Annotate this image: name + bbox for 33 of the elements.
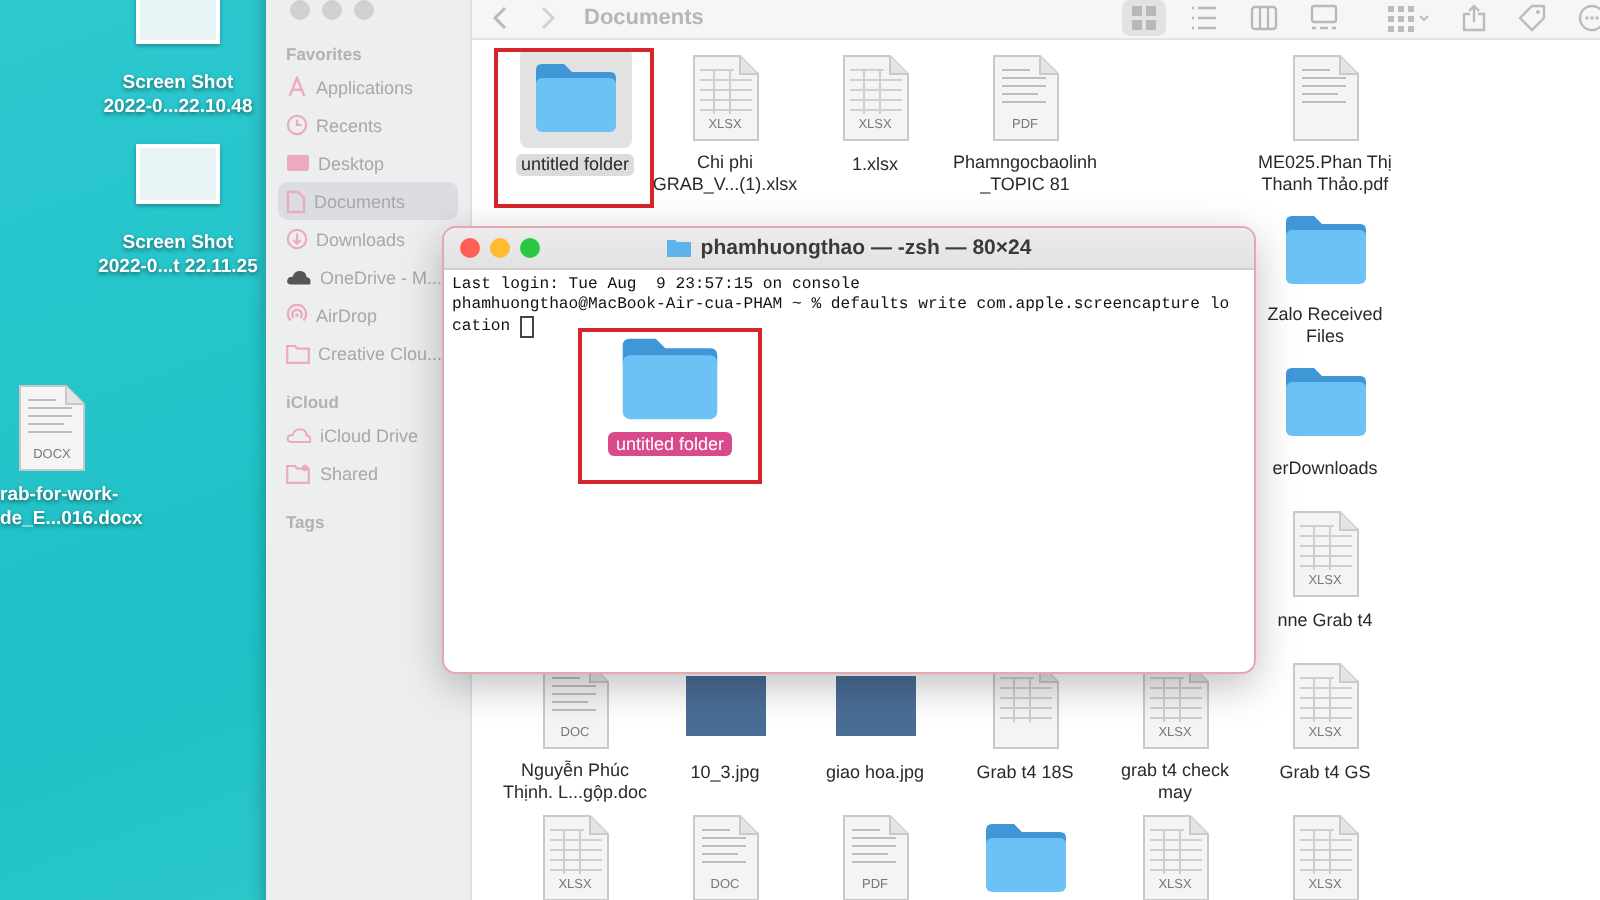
terminal-line: cation [452, 317, 513, 337]
file-name[interactable]: giao hoa.jpg [821, 762, 929, 784]
folder-name[interactable]: untitled folder [607, 432, 733, 456]
window-title: Documents [584, 5, 706, 29]
terminal-title: phamhuongthao — -zsh — 80×24 [700, 236, 1032, 260]
file-name[interactable]: Nguyễn Phúc Thịnh. L...gộp.doc [498, 760, 652, 804]
file-name[interactable]: Grab t4 18S [972, 762, 1078, 784]
sidebar-item-label: AirDrop [316, 305, 378, 325]
sidebar-item-label: OneDrive - M... [320, 267, 443, 287]
file-name[interactable]: Zalo Received Files [1263, 304, 1387, 348]
sidebar-item-label: iCloud Drive [320, 425, 419, 445]
terminal-line: phamhuongthao@MacBook-Air-cua-PHAM ~ % defaults write com.apple.screencapture lo [452, 296, 1232, 316]
file-name[interactable]: untitled folder [516, 154, 634, 176]
file-name[interactable]: Chi phi GRAB_V...(1).xlsx [648, 152, 802, 196]
file-name[interactable]: ME025.Phan Thị Thanh Thảo.pdf [1254, 152, 1396, 196]
sidebar-item-label: Downloads [316, 229, 406, 249]
sidebar-item-label: Desktop [318, 153, 385, 173]
file-name[interactable]: erDownloads [1268, 458, 1382, 480]
sidebar-item-label: Shared [320, 463, 379, 483]
sidebar-section-title: Favorites [284, 42, 364, 68]
sidebar-item-label: Applications [316, 77, 414, 97]
file-name[interactable]: Grab t4 GS [1275, 762, 1375, 784]
terminal-line: Last login: Tue Aug 9 23:57:15 on console [452, 276, 862, 296]
file-name[interactable]: 1.xlsx [847, 154, 902, 176]
file-name[interactable]: nne Grab t4 [1273, 610, 1377, 632]
file-name[interactable]: Phamngocbaolinh _TOPIC 81 [948, 152, 1102, 196]
file-name[interactable]: 10_3.jpg [686, 762, 764, 784]
sidebar-section-title: Tags [284, 510, 327, 536]
sidebar-item-label: Recents [316, 115, 383, 135]
sidebar-section-title: iCloud [284, 390, 341, 416]
sidebar-item-label: Creative Clou... [318, 343, 443, 363]
file-name[interactable]: grab t4 check may [1116, 760, 1234, 804]
sidebar-item-label: Documents [314, 191, 406, 211]
